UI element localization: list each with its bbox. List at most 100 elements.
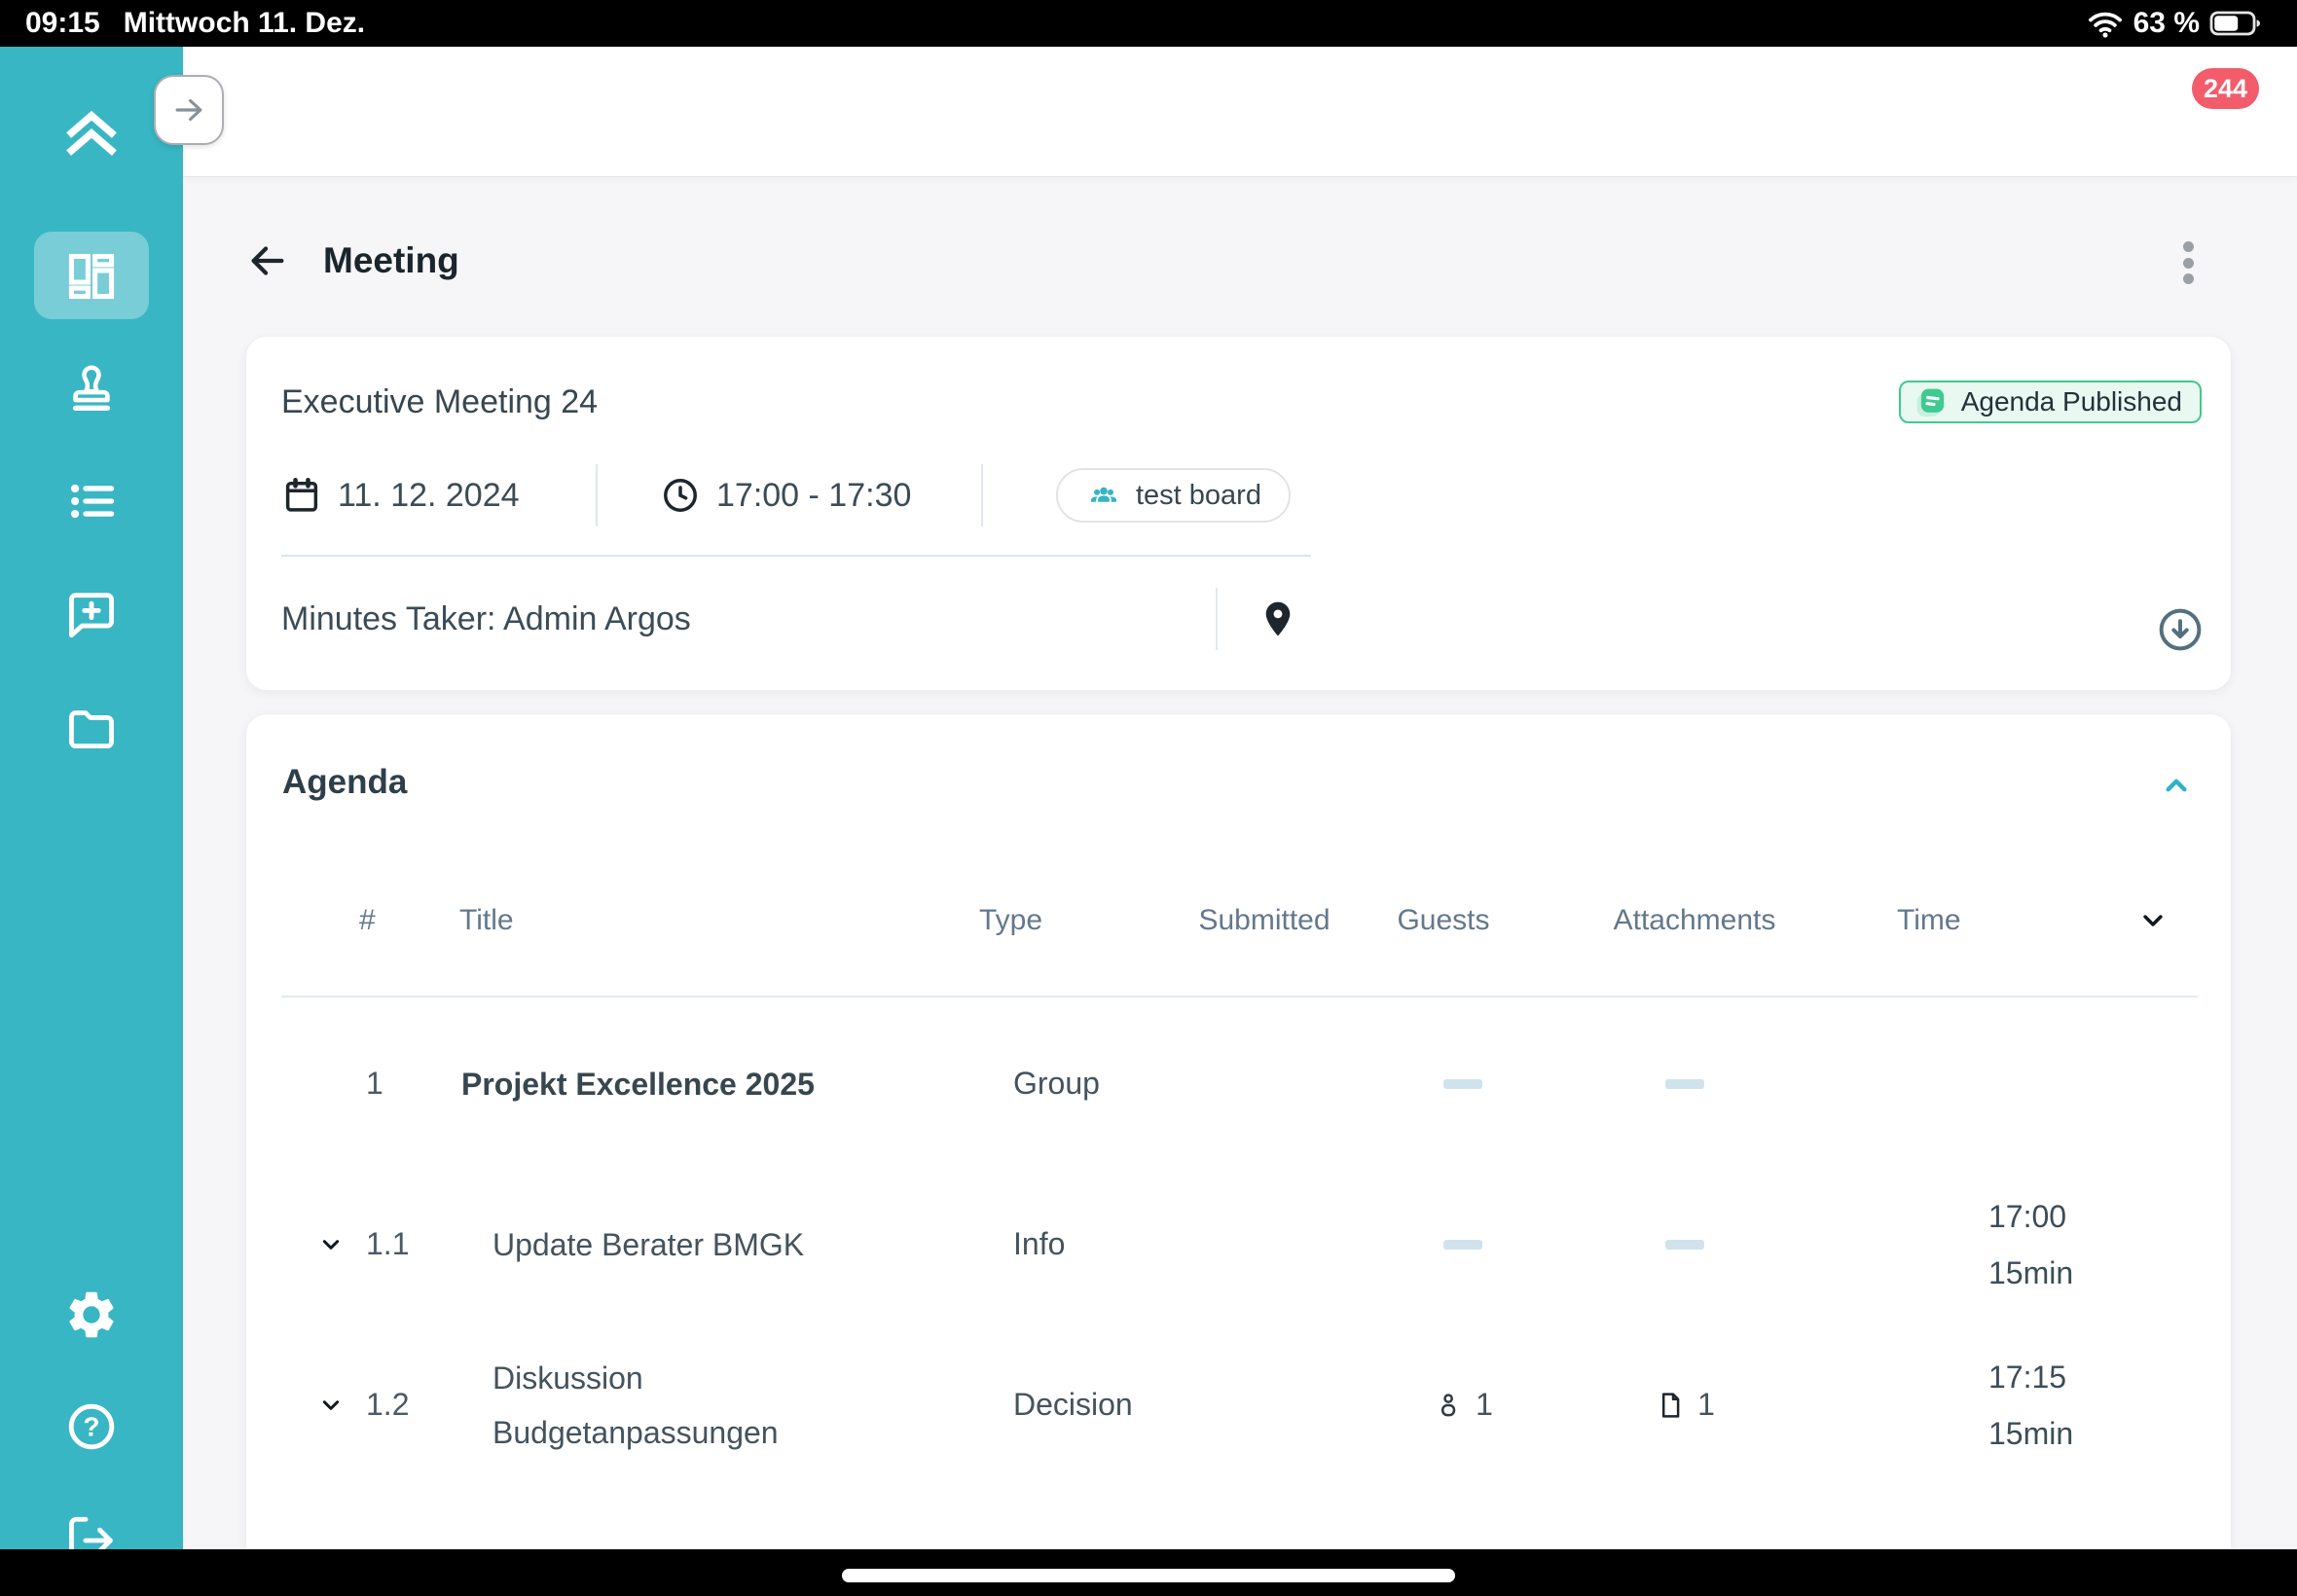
battery-icon bbox=[2209, 7, 2264, 40]
agenda-item-title: Projekt Excellence 2025 bbox=[461, 1003, 880, 1164]
guests-count-label: 1 bbox=[1476, 1387, 1493, 1423]
time-start: 17:00 bbox=[1988, 1188, 2066, 1245]
agenda-item-time: 17:1515min bbox=[1988, 1324, 2073, 1485]
agenda-published-label: Agenda Published bbox=[1961, 386, 2182, 417]
chevron-down-icon[interactable] bbox=[315, 1390, 346, 1421]
column-header-title: Title bbox=[459, 877, 514, 964]
page-title: Meeting bbox=[323, 240, 459, 281]
sidebar-item-help[interactable]: ? bbox=[0, 1398, 183, 1455]
agenda-status-icon bbox=[1911, 382, 1950, 421]
sidebar-item-comments[interactable] bbox=[0, 586, 183, 642]
clock-icon bbox=[660, 475, 701, 516]
agenda-row[interactable]: 1.1 Update Berater BMGK Info 17:0015min bbox=[283, 1164, 2196, 1324]
notification-count-badge: 244 bbox=[2192, 68, 2259, 109]
row-expand-button[interactable] bbox=[315, 1164, 346, 1324]
help-icon: ? bbox=[63, 1398, 120, 1455]
agenda-collapse-button[interactable] bbox=[2157, 766, 2196, 805]
chevron-down-icon bbox=[2134, 902, 2171, 939]
agenda-card: Agenda # Title Type Submitted Guests Att… bbox=[245, 713, 2232, 1596]
agenda-rows: 1 Projekt Excellence 2025 Group 1.1 Update B… bbox=[283, 1003, 2196, 1596]
meeting-title: Executive Meeting 24 bbox=[281, 383, 598, 421]
sidebar-item-settings[interactable] bbox=[0, 1287, 183, 1343]
status-time: 09:15 bbox=[25, 7, 100, 40]
column-header-attachments: Attachments bbox=[1614, 877, 1776, 964]
empty-dash bbox=[1443, 1240, 1482, 1250]
download-button[interactable] bbox=[2156, 605, 2205, 654]
column-header-time: Time bbox=[1897, 877, 1961, 964]
attachment-doc-icon bbox=[1655, 1390, 1686, 1421]
arrow-right-icon bbox=[170, 91, 207, 128]
sidebar-item-approvals[interactable] bbox=[0, 360, 183, 417]
wifi-icon bbox=[2087, 5, 2124, 42]
agenda-item-number: 1.1 bbox=[366, 1164, 409, 1324]
time-duration: 15min bbox=[1988, 1405, 2073, 1462]
guests-empty bbox=[1443, 1164, 1482, 1324]
comment-plus-icon bbox=[63, 586, 120, 642]
battery-percent: 63 % bbox=[2133, 7, 2200, 40]
agenda-item-number: 1.2 bbox=[366, 1324, 409, 1485]
attachments-empty bbox=[1665, 1164, 1704, 1324]
people-group-icon bbox=[1085, 477, 1122, 514]
agenda-item-title: Diskussion Budgetanpassungen bbox=[492, 1324, 911, 1485]
column-header-guests: Guests bbox=[1397, 877, 1489, 964]
list-icon bbox=[63, 473, 120, 529]
guest-icon bbox=[1433, 1390, 1464, 1421]
status-bar: 09:15 Mittwoch 11. Dez. 63 % bbox=[0, 0, 2297, 47]
column-header-type: Type bbox=[979, 877, 1042, 964]
column-header-num: # bbox=[359, 877, 376, 964]
agenda-item-type: Group bbox=[1013, 1003, 1100, 1164]
dashboard-icon bbox=[63, 248, 120, 305]
board-chip-label: test board bbox=[1136, 480, 1261, 512]
agenda-item-time: 17:0015min bbox=[1988, 1164, 2073, 1324]
empty-dash bbox=[1665, 1079, 1704, 1089]
agenda-published-badge: Agenda Published bbox=[1899, 381, 2202, 423]
agenda-item-number: 1 bbox=[366, 1003, 383, 1164]
row-expand-button[interactable] bbox=[315, 1324, 346, 1485]
divider bbox=[981, 464, 983, 526]
agenda-item-title: Update Berater BMGK bbox=[492, 1164, 911, 1324]
empty-dash bbox=[1443, 1079, 1482, 1089]
folder-icon bbox=[63, 701, 120, 757]
time-start: 17:15 bbox=[1988, 1349, 2066, 1405]
sidebar-item-agenda-list[interactable] bbox=[0, 473, 183, 529]
guests-empty bbox=[1443, 1003, 1482, 1164]
agenda-row[interactable]: 1.2Diskussion BudgetanpassungenDecision1… bbox=[283, 1324, 2196, 1485]
stamp-icon bbox=[63, 360, 120, 417]
sidebar-item-dashboard[interactable] bbox=[0, 248, 183, 305]
divider bbox=[281, 555, 1311, 557]
bottom-bar bbox=[0, 1549, 2297, 1596]
attachments-count-label: 1 bbox=[1697, 1387, 1715, 1423]
download-icon bbox=[2156, 605, 2205, 654]
meeting-date: 11. 12. 2024 bbox=[281, 464, 520, 526]
location-pin-icon[interactable] bbox=[1257, 598, 1299, 640]
time-duration: 15min bbox=[1988, 1245, 2073, 1301]
meeting-time-label: 17:00 - 17:30 bbox=[716, 477, 911, 515]
attachments-count: 1 bbox=[1655, 1324, 1715, 1485]
empty-dash bbox=[1665, 1240, 1704, 1250]
attachments-empty bbox=[1665, 1003, 1704, 1164]
divider bbox=[596, 464, 598, 526]
guests-count: 1 bbox=[1433, 1324, 1493, 1485]
meeting-menu-button[interactable] bbox=[2173, 239, 2203, 286]
agenda-row[interactable]: 1 Projekt Excellence 2025 Group bbox=[283, 1003, 2196, 1164]
calendar-icon bbox=[281, 475, 322, 516]
status-date: Mittwoch 11. Dez. bbox=[124, 7, 365, 40]
divider bbox=[1216, 588, 1218, 650]
arrow-left-icon bbox=[245, 238, 290, 283]
svg-text:?: ? bbox=[84, 1412, 100, 1442]
meeting-time: 17:00 - 17:30 bbox=[660, 464, 911, 526]
agenda-item-type: Info bbox=[1013, 1164, 1065, 1324]
column-header-submitted: Submitted bbox=[1198, 877, 1330, 964]
agenda-section-title: Agenda bbox=[282, 763, 407, 802]
sidebar-item-documents[interactable] bbox=[0, 701, 183, 757]
minutes-taker: Minutes Taker: Admin Argos bbox=[281, 588, 691, 650]
sidebar-expand-button[interactable] bbox=[154, 75, 224, 145]
gear-icon bbox=[63, 1287, 120, 1343]
sidebar: ? bbox=[0, 47, 183, 1596]
board-chip[interactable]: test board bbox=[1056, 468, 1291, 523]
home-indicator[interactable] bbox=[842, 1569, 1455, 1582]
back-button[interactable] bbox=[245, 238, 290, 283]
table-collapse-button[interactable] bbox=[2134, 877, 2171, 964]
chevron-down-icon[interactable] bbox=[315, 1229, 346, 1260]
meeting-meta-row: 11. 12. 2024 17:00 - 17:30 test board bbox=[246, 464, 2231, 526]
